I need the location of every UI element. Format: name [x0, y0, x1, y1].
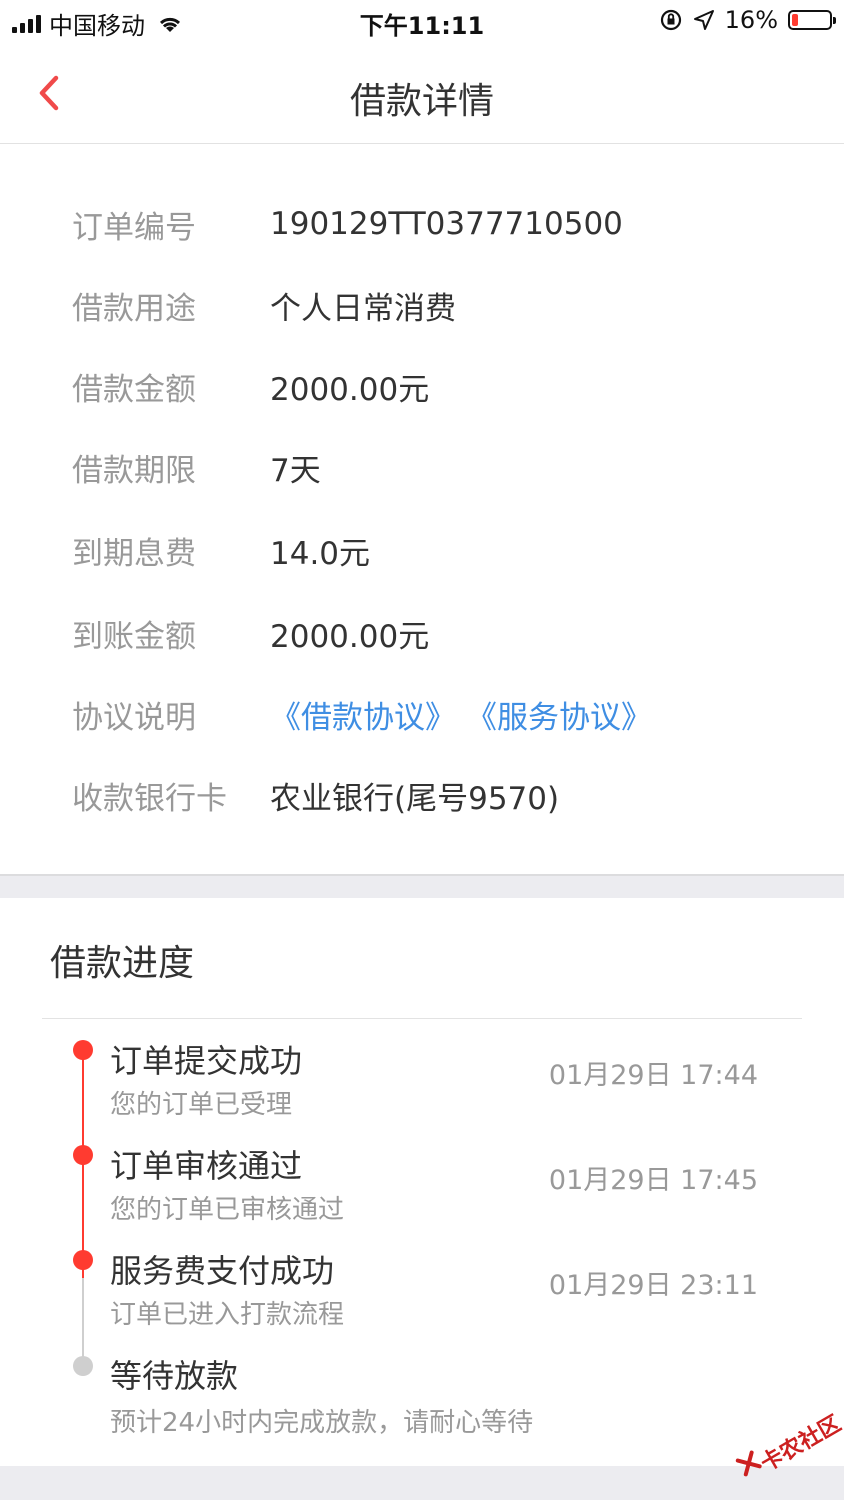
purpose-row: 借款用途 个人日常消费: [72, 275, 456, 335]
battery-percent: 16%: [724, 6, 778, 34]
bank-card-row: 收款银行卡 农业银行(尾号9570): [72, 765, 559, 825]
step-dot-done: [73, 1040, 93, 1060]
step-title: 服务费支付成功: [110, 1252, 335, 1290]
bank-card-label: 收款银行卡: [72, 780, 227, 817]
step-dot-pending: [73, 1356, 93, 1376]
order-number-label: 订单编号: [72, 209, 196, 246]
agreement-label: 协议说明: [72, 699, 196, 736]
orientation-lock-icon: [660, 9, 681, 31]
step-subtitle: 您的订单已受理: [110, 1090, 293, 1120]
step-time: 01月29日 17:45: [548, 1165, 758, 1196]
fee-row: 到期息费 14.0元: [72, 520, 370, 580]
step-subtitle: 订单已进入打款流程: [110, 1300, 345, 1330]
step-time: 01月29日 23:11: [548, 1270, 758, 1301]
order-number-row: 订单编号 190129TT0377710500: [72, 194, 623, 254]
term-row: 借款期限 7天: [72, 437, 321, 497]
battery-level: [792, 14, 798, 26]
loan-details: 订单编号 190129TT0377710500 借款用途 个人日常消费 借款金额…: [0, 144, 844, 874]
location-icon: [693, 10, 714, 30]
status-right: 16%: [659, 6, 836, 34]
agreement-row: 协议说明 《借款协议》 《服务协议》: [72, 684, 662, 744]
amount-row: 借款金额 2000.00元: [72, 356, 429, 416]
term-value: 7天: [270, 452, 321, 489]
step-subtitle: 预计24小时内完成放款，请耐心等待: [110, 1408, 534, 1438]
battery-icon: [788, 10, 836, 30]
service-agreement-link[interactable]: 《服务协议》: [466, 692, 652, 737]
term-label: 借款期限: [72, 452, 196, 489]
loan-agreement-link[interactable]: 《借款协议》: [270, 692, 456, 737]
nav-bar: 借款详情: [0, 44, 844, 144]
order-number-value: 190129TT0377710500: [270, 206, 623, 242]
page-title: 借款详情: [349, 81, 494, 122]
purpose-label: 借款用途: [72, 290, 196, 327]
progress-title: 借款进度: [50, 943, 195, 984]
step-dot-done: [73, 1250, 93, 1270]
purpose-value: 个人日常消费: [270, 290, 456, 327]
step-subtitle: 您的订单已审核通过: [110, 1195, 345, 1225]
fee-value: 14.0元: [270, 535, 371, 572]
status-bar: 中国移动 下午11:11 16%: [0, 0, 844, 44]
step-dot-done: [73, 1145, 93, 1165]
bank-card-value: 农业银行(尾号9570): [270, 780, 560, 817]
bottom-spacer: [0, 1466, 844, 1500]
step-title: 订单审核通过: [110, 1147, 303, 1185]
step-title: 订单提交成功: [110, 1042, 303, 1080]
timeline-line-pending: [82, 1278, 84, 1368]
amount-value: 2000.00元: [270, 371, 430, 408]
received-label: 到账金额: [72, 618, 196, 655]
progress-timeline: 订单提交成功 您的订单已受理 01月29日 17:44 订单审核通过 您的订单已…: [0, 1018, 844, 1448]
fee-label: 到期息费: [72, 535, 196, 572]
received-value: 2000.00元: [270, 618, 430, 655]
received-row: 到账金额 2000.00元: [72, 603, 429, 663]
step-title: 等待放款: [110, 1357, 239, 1395]
step-time: 01月29日 17:44: [548, 1060, 758, 1091]
section-divider: [0, 874, 844, 898]
amount-label: 借款金额: [72, 371, 196, 408]
